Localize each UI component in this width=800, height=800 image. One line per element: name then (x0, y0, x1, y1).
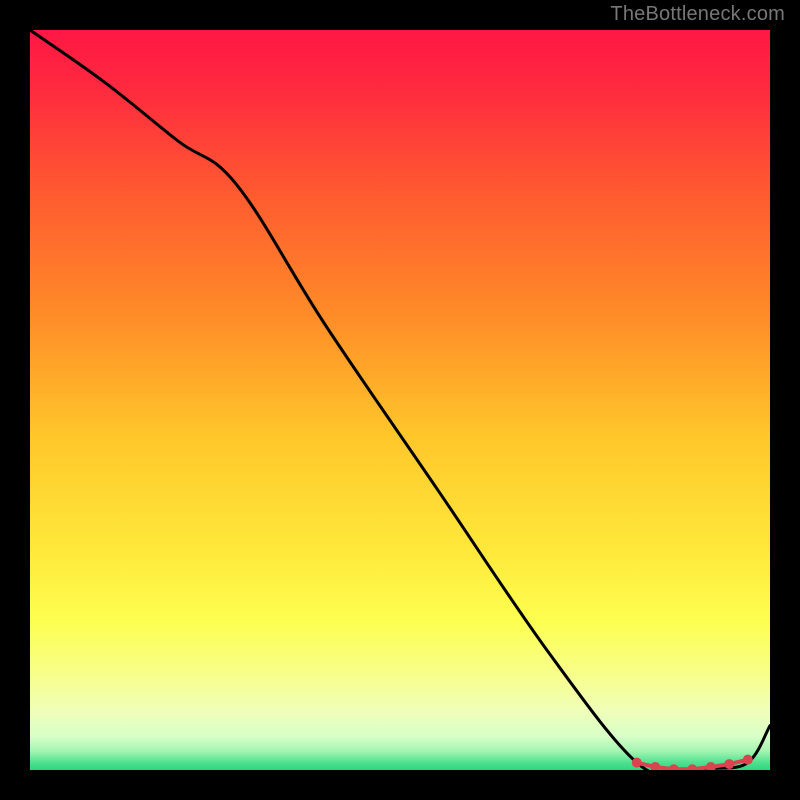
highlight-marker (743, 755, 753, 765)
chart-container: { "watermark": "TheBottleneck.com", "cha… (0, 0, 800, 800)
highlight-marker (632, 758, 642, 768)
watermark-text: TheBottleneck.com (610, 3, 785, 26)
highlight-marker (724, 759, 734, 769)
chart-svg (30, 30, 770, 770)
gradient-background (30, 30, 770, 770)
plot-area (30, 30, 770, 770)
